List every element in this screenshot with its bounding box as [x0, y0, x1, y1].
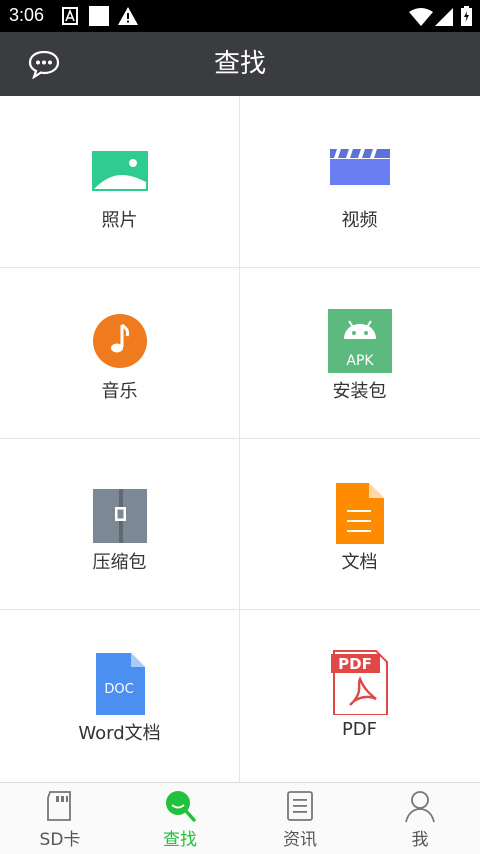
category-apk[interactable]: APK 安装包	[240, 267, 479, 438]
document-icon	[335, 483, 384, 544]
status-bar: 3:06	[0, 0, 480, 32]
tab-search[interactable]: 查找	[120, 783, 240, 854]
profile-icon	[405, 791, 435, 823]
category-label: 视频	[341, 210, 378, 231]
accessibility-notification-icon	[62, 7, 78, 25]
category-video[interactable]: 视频	[240, 96, 479, 267]
category-label: PDF	[341, 719, 378, 740]
wifi-icon	[409, 8, 433, 26]
tab-sd-card[interactable]: SD卡	[0, 783, 120, 854]
category-label: 压缩包	[92, 552, 147, 573]
apk-icon-text: APK	[346, 353, 374, 369]
category-label: 音乐	[101, 381, 138, 402]
tab-news[interactable]: 资讯	[240, 783, 360, 854]
category-grid: 照片 视频 音乐 APK 安装包 压缩包 文档 DOC Word文档 PDF P…	[0, 96, 480, 782]
cell-signal-icon	[435, 8, 453, 26]
category-label: 安装包	[332, 381, 387, 402]
page-title: 查找	[213, 49, 266, 79]
tab-label: SD卡	[39, 830, 81, 850]
category-archive[interactable]: 压缩包	[0, 438, 239, 609]
pdf-icon-text: PDF	[338, 655, 372, 673]
notification-square-icon	[89, 6, 109, 26]
bottom-nav: SD卡 查找 资讯 我	[0, 782, 480, 854]
tab-label: 资讯	[283, 830, 317, 850]
word-doc-icon-text: DOC	[104, 682, 133, 697]
tab-label: 查找	[163, 830, 197, 850]
search-icon	[166, 791, 196, 822]
music-icon	[92, 314, 147, 368]
category-document[interactable]: 文档	[240, 438, 479, 609]
tab-profile[interactable]: 我	[360, 783, 480, 854]
video-icon	[329, 149, 390, 185]
category-label: Word文档	[78, 723, 161, 744]
category-label: 文档	[341, 552, 378, 573]
pdf-icon: PDF	[330, 650, 388, 715]
tab-label: 我	[411, 830, 429, 850]
status-time: 3:06	[9, 5, 45, 25]
category-label: 照片	[101, 210, 138, 231]
warning-icon	[118, 7, 138, 25]
photo-icon	[91, 151, 148, 191]
category-photo[interactable]: 照片	[0, 96, 239, 267]
category-pdf[interactable]: PDF PDF	[240, 609, 479, 780]
sd-card-icon	[47, 791, 71, 821]
category-word-doc[interactable]: DOC Word文档	[0, 609, 239, 780]
archive-icon	[92, 489, 147, 543]
word-doc-icon: DOC	[95, 653, 145, 715]
apk-icon: APK	[327, 309, 392, 373]
category-music[interactable]: 音乐	[0, 267, 239, 438]
battery-icon	[461, 6, 472, 26]
news-icon	[287, 791, 313, 821]
app-bar: 查找	[0, 32, 480, 96]
